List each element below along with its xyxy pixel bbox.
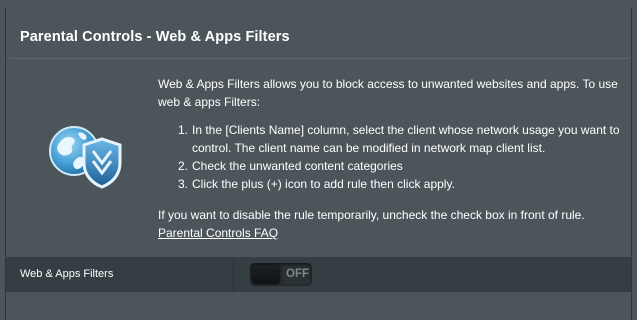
step-text: Check the unwanted content categories bbox=[192, 159, 403, 173]
web-apps-filter-row: Web & Apps Filters OFF bbox=[6, 257, 631, 292]
settings-panel: Parental Controls - Web & Apps Filters W… bbox=[5, 8, 632, 320]
step-number: 2. bbox=[178, 159, 189, 173]
panel-header: Parental Controls - Web & Apps Filters bbox=[6, 18, 631, 59]
list-item: 1. In the [Clients Name] column, select … bbox=[178, 121, 620, 157]
list-item: 2. Check the unwanted content categories bbox=[178, 157, 620, 175]
step-text: Click the plus (+) icon to add rule then… bbox=[192, 177, 455, 191]
info-section: Web & Apps Filters allows you to block a… bbox=[6, 59, 631, 249]
toggle-knob[interactable] bbox=[252, 265, 280, 284]
list-item: 3. Click the plus (+) icon to add rule t… bbox=[178, 175, 620, 193]
row-divider bbox=[233, 257, 234, 292]
toggle-state-label: OFF bbox=[286, 268, 309, 280]
info-description: Web & Apps Filters allows you to block a… bbox=[158, 75, 620, 242]
step-text: In the [Clients Name] column, select the… bbox=[192, 123, 620, 155]
filter-toggle[interactable]: OFF bbox=[250, 263, 312, 286]
page-title: Parental Controls - Web & Apps Filters bbox=[20, 29, 290, 45]
globe-shield-icon bbox=[44, 119, 124, 199]
step-number: 1. bbox=[178, 123, 189, 137]
steps-list: 1. In the [Clients Name] column, select … bbox=[158, 121, 620, 193]
row-label: Web & Apps Filters bbox=[20, 268, 114, 280]
faq-link[interactable]: Parental Controls FAQ bbox=[158, 226, 278, 240]
intro-text: Web & Apps Filters allows you to block a… bbox=[158, 77, 618, 109]
step-number: 3. bbox=[178, 177, 189, 191]
bottom-area bbox=[6, 292, 631, 320]
note-text: If you want to disable the rule temporar… bbox=[158, 208, 585, 222]
